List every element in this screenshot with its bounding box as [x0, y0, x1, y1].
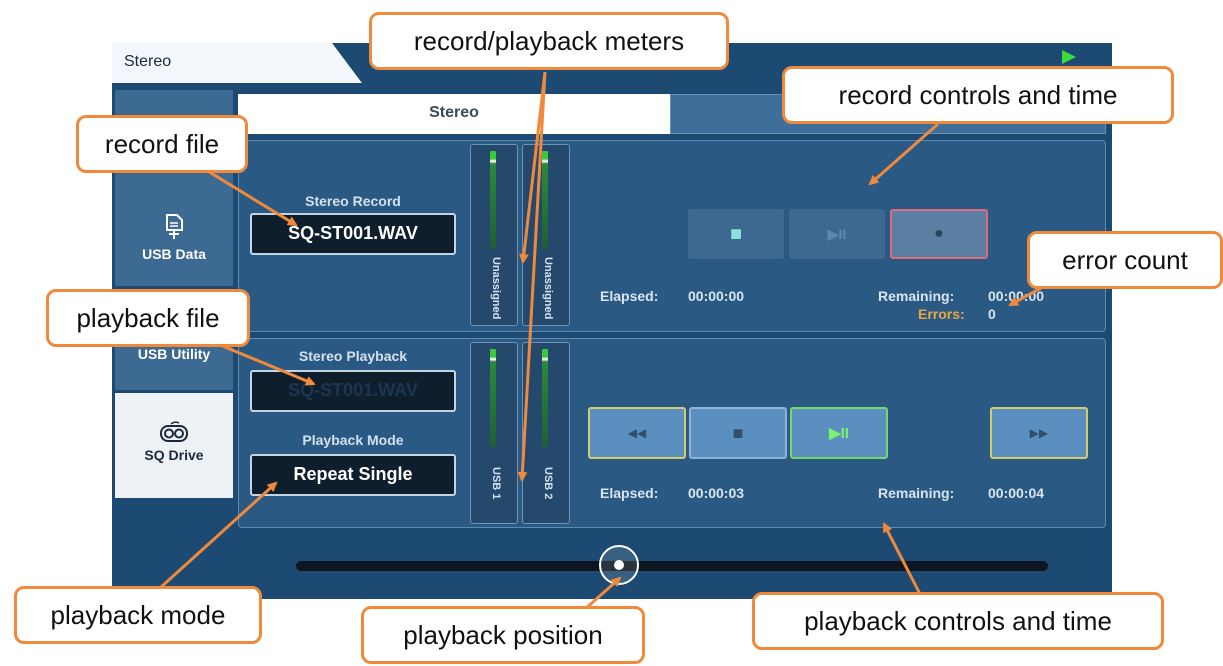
callout-record-controls: record controls and time [782, 66, 1174, 124]
fast-forward-button[interactable]: ▶▶ [990, 407, 1088, 459]
meter-label: Unassigned [490, 257, 502, 320]
callout-record-file: record file [76, 115, 248, 173]
playback-meter-2: USB 2 [522, 342, 570, 524]
playback-mode-select[interactable]: Repeat Single [250, 454, 456, 496]
errors-label: Errors: [918, 306, 965, 322]
rewind-button[interactable]: ◀◀ [588, 407, 686, 459]
window-title-tab: Stereo [112, 43, 362, 83]
rewind-icon: ◀◀ [627, 426, 647, 440]
status-triangle-icon [1062, 50, 1076, 64]
playback-stop-button[interactable]: ■ [689, 407, 787, 459]
playback-position-track[interactable] [296, 561, 1048, 571]
tab-label: Stereo [429, 104, 479, 121]
usb-file-icon [166, 214, 183, 239]
meter-label: USB 2 [542, 467, 554, 500]
record-remaining-value: 00:00:00 [988, 288, 1045, 304]
callout-meters: record/playback meters [369, 12, 729, 70]
record-meter-2: Unassigned [522, 144, 570, 326]
sidebar-item-label: SQ Drive [144, 447, 204, 463]
record-stop-button[interactable]: ■ [688, 209, 784, 259]
callout-playback-mode: playback mode [14, 586, 262, 644]
playback-remaining-label: Remaining: [878, 485, 955, 501]
callout-error-count: error count [1027, 231, 1223, 289]
record-label: Stereo Record [305, 193, 401, 209]
meter-bar [490, 151, 496, 249]
sidebar-item-sq-drive[interactable]: SQ Drive [115, 393, 233, 498]
playback-file-field[interactable]: SQ-ST001.WAV [250, 370, 456, 412]
playback-elapsed-label: Elapsed: [600, 485, 659, 501]
fast-forward-icon: ▶▶ [1029, 426, 1049, 440]
record-meter-1: Unassigned [470, 144, 518, 326]
meter-bar [490, 349, 496, 447]
thumb-dot [614, 560, 625, 570]
record-button[interactable]: ● [890, 209, 988, 259]
errors-value: 0 [988, 306, 996, 322]
meter-label: USB 1 [490, 467, 502, 500]
play-pause-icon: ▶II [827, 225, 847, 242]
callout-playback-file: playback file [46, 289, 250, 347]
meter-bar [542, 349, 548, 447]
playback-elapsed-value: 00:00:03 [688, 485, 745, 501]
meter-label: Unassigned [542, 257, 554, 320]
window-title: Stereo [124, 53, 172, 70]
stop-icon: ■ [732, 422, 744, 443]
playback-remaining-value: 00:00:04 [988, 485, 1045, 501]
record-file-field[interactable]: SQ-ST001.WAV [250, 213, 456, 255]
record-elapsed-value: 00:00:00 [688, 288, 745, 304]
playback-meter-1: USB 1 [470, 342, 518, 524]
playback-mode-label: Playback Mode [302, 432, 404, 448]
playback-play-pause-button[interactable]: ▶II [790, 407, 888, 459]
sq-drive-icon [160, 421, 188, 442]
sidebar-item-label: USB Data [142, 246, 206, 262]
tab-stereo[interactable]: Stereo [238, 94, 670, 134]
record-elapsed-label: Elapsed: [600, 288, 659, 304]
callout-playback-controls: playback controls and time [752, 592, 1164, 650]
play-pause-icon: ▶II [829, 425, 849, 442]
record-remaining-label: Remaining: [878, 288, 955, 304]
sidebar-item-label: USB Utility [137, 346, 211, 362]
record-icon: ● [934, 225, 944, 242]
playback-label: Stereo Playback [298, 348, 408, 364]
meter-bar [542, 151, 548, 249]
stop-icon: ■ [729, 222, 743, 245]
callout-playback-position: playback position [361, 606, 645, 664]
record-play-pause-button[interactable]: ▶II [789, 209, 885, 259]
